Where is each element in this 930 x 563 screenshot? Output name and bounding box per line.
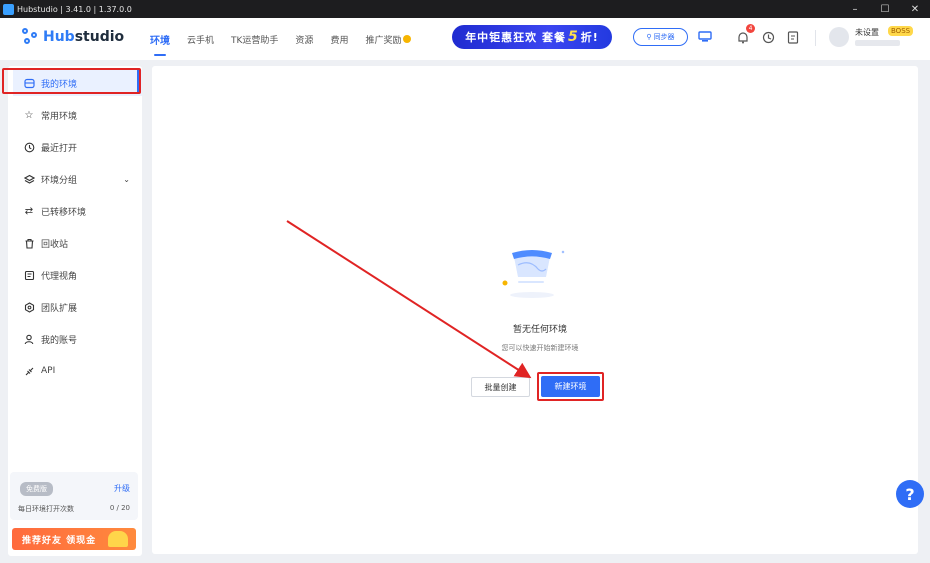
chevron-down-icon[interactable]: ⌄ (123, 175, 130, 184)
sidebar-item-api[interactable]: API (13, 358, 142, 384)
tab-tk-assistant[interactable]: TK运营助手 (231, 18, 278, 60)
user-account-placeholder (855, 40, 900, 46)
sync-button[interactable]: ⚲ 同步器 (633, 28, 688, 46)
gift-coins-icon (108, 531, 128, 547)
avatar[interactable] (829, 27, 849, 47)
empty-box-illustration (500, 243, 570, 303)
batch-create-button[interactable]: 批量创建 (471, 377, 530, 397)
boss-tier-badge: BOSS (888, 26, 914, 36)
tab-billing[interactable]: 费用 (330, 18, 348, 60)
user-name[interactable]: 未设置 (855, 27, 879, 38)
plan-panel: 免费版 升级 每日环境打开次数 0 / 20 (10, 472, 138, 520)
free-plan-badge: 免费版 (20, 482, 53, 496)
team-icon (23, 301, 35, 313)
window-title: Hubstudio | 3.41.0 | 1.37.0.0 (17, 4, 132, 14)
window-titlebar: Hubstudio | 3.41.0 | 1.37.0.0 – ☐ ✕ (0, 0, 930, 18)
sidebar-item-transferred[interactable]: ⇄ 已转移环境 (13, 198, 142, 224)
empty-state-title: 暂无任何环境 (512, 325, 567, 335)
notification-count-badge: 4 (746, 24, 755, 33)
tab-referral-rewards[interactable]: 推广奖励 (365, 18, 412, 60)
star-icon: ☆ (24, 109, 34, 121)
tab-resources[interactable]: 资源 (295, 18, 313, 60)
toolbar-divider (815, 30, 816, 46)
minimize-button[interactable]: – (840, 0, 870, 18)
sidebar-item-recycle-bin[interactable]: 回收站 (13, 230, 142, 256)
hubstudio-logo[interactable]: Hub studio (22, 28, 124, 46)
proxy-icon (23, 269, 35, 281)
transfer-icon: ⇄ (24, 205, 34, 217)
sidebar-item-favorites[interactable]: ☆ 常用环境 (13, 102, 142, 128)
daily-open-label: 每日环境打开次数 (18, 505, 74, 513)
api-icon (23, 365, 35, 377)
devices-icon[interactable] (697, 29, 713, 45)
app-icon (3, 3, 14, 15)
tab-environment[interactable]: 环境 (150, 18, 170, 60)
coin-icon (403, 35, 412, 43)
maximize-button[interactable]: ☐ (870, 0, 900, 18)
promo-banner[interactable]: 年中钜惠狂欢 套餐 5 折! (452, 25, 612, 49)
help-button[interactable]: ? (896, 480, 924, 508)
sidebar-item-team-extension[interactable]: 团队扩展 (13, 294, 142, 320)
trash-icon (23, 237, 35, 249)
refer-friend-banner[interactable]: 推荐好友 领现金 (12, 528, 136, 550)
sync-icon: ⚲ (646, 33, 652, 41)
empty-state-subtitle: 您可以快速开始新建环境 (501, 344, 579, 352)
refresh-icon[interactable] (760, 29, 776, 45)
main-content-panel (152, 66, 918, 554)
close-button[interactable]: ✕ (900, 0, 930, 18)
daily-open-count: 0 / 20 (109, 504, 130, 512)
tab-cloud-phone[interactable]: 云手机 (187, 18, 214, 60)
upgrade-link[interactable]: 升级 (114, 483, 130, 494)
export-log-icon[interactable] (785, 29, 801, 45)
sidebar-item-proxy-view[interactable]: 代理视角 (13, 262, 142, 288)
layers-icon (23, 173, 35, 185)
sidebar-item-groups[interactable]: 环境分组 ⌄ (13, 166, 142, 192)
sidebar-item-recent[interactable]: 最近打开 (13, 134, 142, 160)
logo-mark-icon (22, 28, 40, 46)
clock-icon (23, 141, 35, 153)
my-environments-highlight (2, 68, 141, 94)
new-environment-highlight (537, 372, 604, 401)
